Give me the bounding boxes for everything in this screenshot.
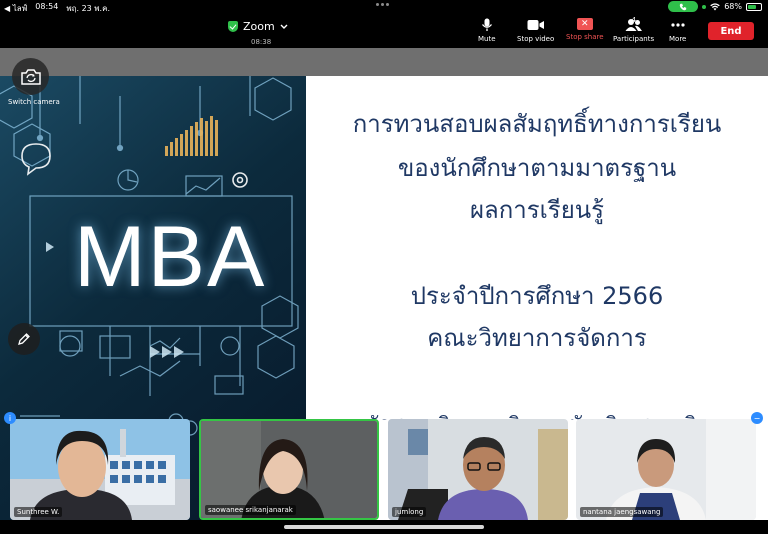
more-label: More — [669, 35, 687, 43]
slide-faculty: คณะวิทยาการจัดการ — [427, 324, 647, 352]
microphone-icon — [481, 18, 492, 31]
more-dots-icon — [671, 23, 685, 27]
participant-name: jumlong — [392, 507, 427, 517]
battery-icon — [746, 2, 762, 11]
security-shield-icon — [228, 21, 238, 32]
participants-count: 4 — [631, 16, 637, 24]
stop-video-button[interactable]: Stop video — [517, 18, 554, 43]
slide-title-line-3: ผลการเรียนรู้ — [469, 196, 605, 224]
participant-name: saowanee srikanjanarak — [205, 505, 296, 515]
app-title: Zoom — [243, 20, 275, 33]
battery-percent: 68% — [724, 2, 742, 11]
participant-tile[interactable]: Sunthree W. — [10, 419, 190, 520]
stop-share-button[interactable]: ✕ Stop share — [566, 18, 604, 41]
mba-heading: MBA — [74, 209, 267, 305]
switch-camera-button[interactable] — [12, 58, 49, 95]
annotate-button[interactable] — [8, 323, 40, 355]
pencil-icon — [18, 333, 30, 345]
switch-camera-icon — [20, 68, 41, 85]
chevron-down-icon — [280, 24, 288, 29]
participants-button[interactable]: 4 Participants — [613, 16, 655, 43]
camera-in-use-indicator — [702, 4, 707, 9]
slide-title-line-2: ของนักศึกษาตามมาตรฐาน — [397, 154, 677, 182]
participant-tile[interactable]: jumlong — [388, 419, 568, 520]
end-meeting-button[interactable]: End — [708, 22, 754, 40]
wifi-icon — [710, 2, 721, 10]
participant-video — [10, 419, 190, 520]
phone-icon[interactable] — [668, 1, 699, 12]
participant-tile[interactable]: nantana jaengsawang — [576, 419, 756, 520]
info-icon[interactable]: i — [4, 412, 16, 424]
slide-academic-year: ประจำปีการศึกษา 2566 — [410, 282, 664, 310]
home-indicator[interactable] — [284, 525, 484, 529]
participant-name: Sunthree W. — [14, 507, 63, 517]
multitasking-dots-icon[interactable] — [376, 3, 389, 6]
zoom-meeting-screen: ◀ ไลฟ์ 08:54 พฤ. 23 พ.ค. 68% Zoom 08:38 … — [0, 0, 768, 534]
participant-name: nantana jaengsawang — [580, 507, 664, 517]
stop-share-label: Stop share — [566, 33, 604, 41]
mute-label: Mute — [478, 35, 496, 43]
stop-video-label: Stop video — [517, 35, 555, 43]
participant-video — [388, 419, 568, 520]
meeting-title-dropdown[interactable]: Zoom — [228, 20, 288, 33]
participant-video — [576, 419, 756, 520]
switch-camera-label: Switch camera — [8, 98, 60, 106]
stop-share-icon: ✕ — [576, 18, 593, 30]
participants-label: Participants — [613, 35, 655, 43]
participant-tile-active-speaker[interactable]: saowanee srikanjanarak — [199, 419, 379, 520]
meeting-timer: 08:38 — [251, 38, 272, 46]
status-bar: ◀ ไลฟ์ 08:54 พฤ. 23 พ.ค. 68% — [0, 0, 768, 14]
video-camera-icon — [527, 20, 544, 30]
mute-button[interactable]: Mute — [478, 18, 496, 43]
collapse-thumbnails-button[interactable]: − — [751, 412, 763, 424]
toolbar-divider — [0, 48, 768, 76]
slide-title-line-1: การทวนสอบผลสัมฤทธิ์ทางการเรียน — [352, 110, 722, 138]
more-button[interactable]: More — [669, 18, 686, 43]
meeting-toolbar: Zoom 08:38 Mute Stop video ✕ Stop share … — [0, 14, 768, 48]
